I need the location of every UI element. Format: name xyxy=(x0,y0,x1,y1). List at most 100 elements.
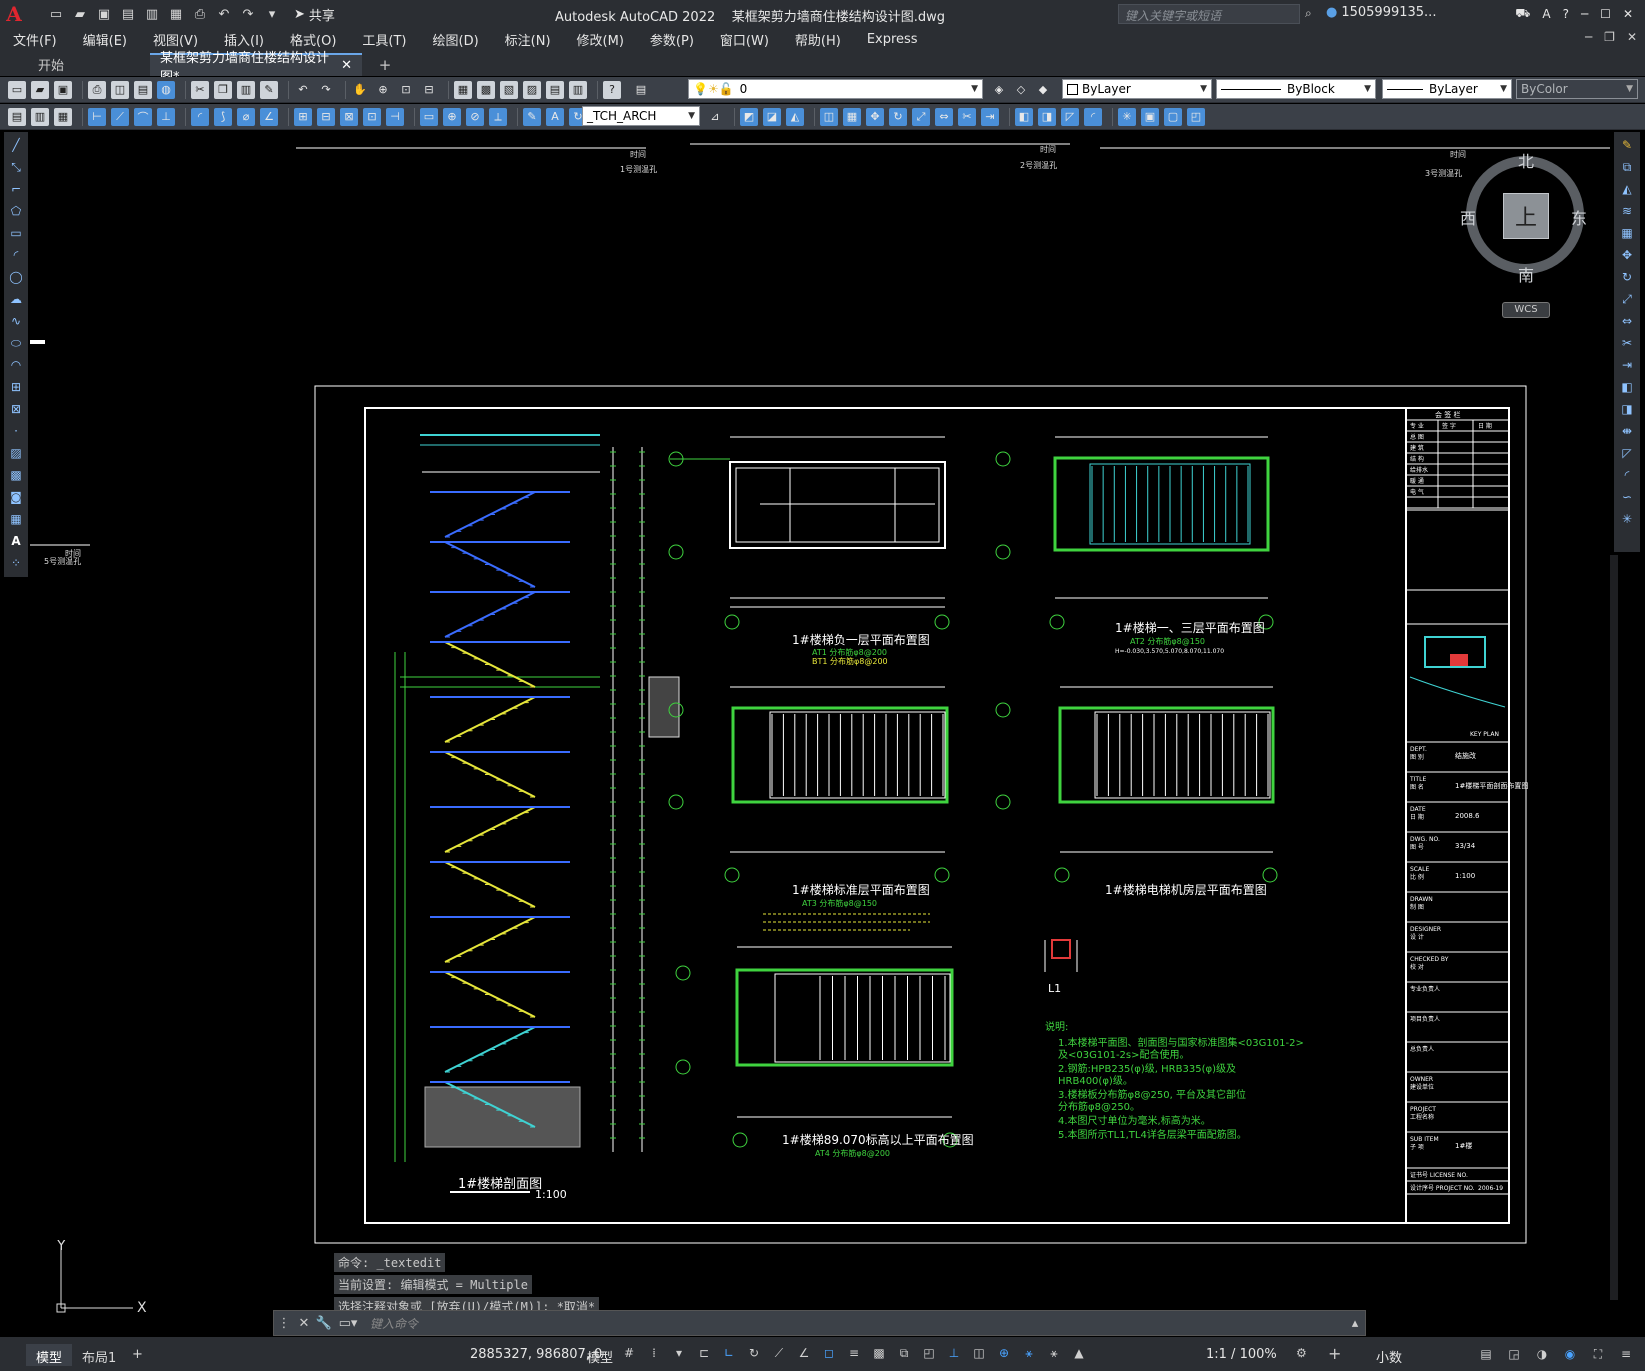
preview-icon[interactable]: ◫ xyxy=(111,80,129,99)
color-dropdown[interactable]: ByLayer ▼ xyxy=(1062,79,1212,99)
menu-tools[interactable]: 工具(T) xyxy=(349,30,419,49)
snap-dropdown-icon[interactable]: ▾ xyxy=(670,1344,688,1362)
region-icon[interactable]: ◙ xyxy=(7,488,25,506)
units-selector[interactable]: 小数 xyxy=(1376,1347,1402,1366)
dim-arc-icon[interactable]: ⌒ xyxy=(134,107,152,126)
help-icon[interactable]: ? xyxy=(603,80,621,99)
cut-icon[interactable]: ✂ xyxy=(191,80,209,99)
menu-dimension[interactable]: 标注(N) xyxy=(492,30,564,49)
move-icon[interactable]: ✥ xyxy=(1618,246,1636,264)
fillet-icon[interactable]: ◜ xyxy=(1618,466,1636,484)
properties-icon[interactable]: ▦ xyxy=(454,80,472,99)
copy-object-icon[interactable]: ◪ xyxy=(763,107,781,126)
compass-north[interactable]: 北 xyxy=(1518,148,1534,172)
explode-icon[interactable]: ✳ xyxy=(1618,510,1636,528)
chamfer-icon[interactable]: ◸ xyxy=(1061,107,1079,126)
ungroup-icon[interactable]: ▢ xyxy=(1164,107,1182,126)
layer-previous-icon[interactable]: ◇ xyxy=(1012,81,1030,99)
publish-icon[interactable]: ▤ xyxy=(134,80,152,99)
add-selected-icon[interactable]: ⁘ xyxy=(7,554,25,572)
menu-parametric[interactable]: 参数(P) xyxy=(637,30,707,49)
center-mark-icon[interactable]: ⊕ xyxy=(443,107,461,126)
tab-model[interactable]: 模型 xyxy=(26,1344,73,1366)
new-tab-button[interactable]: + xyxy=(374,53,396,76)
join-icon[interactable]: ◨ xyxy=(1038,107,1056,126)
compass-west[interactable]: 西 xyxy=(1460,205,1476,229)
polygon-icon[interactable]: ⬠ xyxy=(7,202,25,220)
compass-south[interactable]: 南 xyxy=(1518,262,1534,286)
ellipse-arc-icon[interactable]: ◠ xyxy=(7,356,25,374)
redo-icon[interactable]: ↷ xyxy=(317,81,335,99)
dim-angular-icon[interactable]: ∠ xyxy=(260,107,278,126)
mtext-icon[interactable]: A xyxy=(7,532,25,550)
dim-aligned-icon[interactable]: ⟋ xyxy=(111,107,129,126)
dim-style-icon[interactable]: ▦ xyxy=(54,107,72,126)
save-as-icon[interactable]: ▤ xyxy=(118,4,138,24)
break-at-point-icon[interactable]: ◧ xyxy=(1618,378,1636,396)
polyline-icon[interactable]: ⌐ xyxy=(7,180,25,198)
calculator-icon[interactable]: ▥ xyxy=(569,80,587,99)
3d-osnap-icon[interactable]: ◰ xyxy=(920,1344,938,1362)
menu-draw[interactable]: 绘图(D) xyxy=(420,30,492,49)
erase-icon[interactable]: ✎ xyxy=(1618,136,1636,154)
infer-constraints-icon[interactable]: ⊏ xyxy=(695,1344,713,1362)
stretch-icon[interactable]: ⇔ xyxy=(935,107,953,126)
publish-web-icon[interactable]: ◍ xyxy=(157,80,175,99)
linetype-dropdown[interactable]: ByBlock ▼ xyxy=(1216,79,1376,99)
menu-file[interactable]: 文件(F) xyxy=(0,30,70,49)
tool-palettes-icon[interactable]: ▧ xyxy=(500,80,518,99)
menu-express[interactable]: Express xyxy=(854,32,931,47)
menu-window[interactable]: 窗口(W) xyxy=(707,30,782,49)
make-block-icon[interactable]: ⊠ xyxy=(7,400,25,418)
text-style-icon[interactable]: ▥ xyxy=(31,107,49,126)
save-icon[interactable]: ▣ xyxy=(94,4,114,24)
user-account[interactable]: ● 1505999135... xyxy=(1326,5,1436,20)
dim-radius-icon[interactable]: ◜ xyxy=(191,107,209,126)
dim-text-edit-icon[interactable]: A xyxy=(546,107,564,126)
fillet-icon[interactable]: ◜ xyxy=(1084,107,1102,126)
copy-icon[interactable]: ❐ xyxy=(214,80,232,99)
isolate-objects-icon[interactable]: ◑ xyxy=(1533,1345,1551,1363)
new-file-icon[interactable]: ▭ xyxy=(46,4,66,24)
rotate-icon[interactable]: ↻ xyxy=(1618,268,1636,286)
text-style-dropdown[interactable]: _TCH_ARCH ▼ xyxy=(582,106,700,126)
polar-icon[interactable]: ↻ xyxy=(745,1344,763,1362)
blend-icon[interactable]: ∽ xyxy=(1618,488,1636,506)
close-button[interactable]: ✕ xyxy=(1623,7,1633,21)
sheet-set-icon[interactable]: ▨ xyxy=(523,80,541,99)
selection-filter-icon[interactable]: ◫ xyxy=(970,1344,988,1362)
make-current-layer-icon[interactable]: ◈ xyxy=(990,81,1008,99)
revcloud-icon[interactable]: ☁ xyxy=(7,290,25,308)
search-input[interactable]: 键入关键字或短语 xyxy=(1118,4,1300,24)
viewcube-top-face[interactable]: 上 xyxy=(1503,193,1549,239)
command-input[interactable]: 键入命令 xyxy=(362,1312,1345,1334)
offset-icon[interactable]: ◫ xyxy=(820,107,838,126)
tab-layout1[interactable]: 布局1 xyxy=(72,1344,126,1366)
quick-dim-icon[interactable]: ⊞ xyxy=(294,107,312,126)
tab-close-icon[interactable]: ✕ xyxy=(341,58,352,73)
circle-icon[interactable]: ◯ xyxy=(7,268,25,286)
tab-start[interactable]: 开始 xyxy=(28,53,148,76)
table-icon[interactable]: ▦ xyxy=(7,510,25,528)
zoom-window-icon[interactable]: ⊡ xyxy=(397,81,415,99)
offset-icon[interactable]: ≋ xyxy=(1618,202,1636,220)
plot-icon[interactable]: ⎙ xyxy=(190,4,210,24)
minimize-button[interactable]: ─ xyxy=(1581,7,1588,21)
lineweight-dropdown[interactable]: ByLayer ▼ xyxy=(1382,79,1512,99)
dim-baseline-icon[interactable]: ⊟ xyxy=(317,107,335,126)
markup-icon[interactable]: ▤ xyxy=(546,80,564,99)
isodraft-icon[interactable]: ⟋ xyxy=(770,1344,788,1362)
ellipse-icon[interactable]: ⬭ xyxy=(7,334,25,352)
open-web-icon[interactable]: ▥ xyxy=(142,4,162,24)
auto-scale-icon[interactable]: ⚹ xyxy=(1045,1344,1063,1362)
open-file-icon[interactable]: ▰ xyxy=(70,4,90,24)
spline-icon[interactable]: ∿ xyxy=(7,312,25,330)
explode-icon[interactable]: ✳ xyxy=(1118,107,1136,126)
construction-line-icon[interactable]: ⤡ xyxy=(7,158,25,176)
coordinates-readout[interactable]: 2885327, 986807, 0 xyxy=(470,1347,602,1362)
array-icon[interactable]: ▦ xyxy=(1618,224,1636,242)
inspect-icon[interactable]: ⊘ xyxy=(466,107,484,126)
cart-icon[interactable]: ⛟ xyxy=(1515,6,1530,22)
group-icon[interactable]: ▣ xyxy=(1141,107,1159,126)
undo-icon[interactable]: ↶ xyxy=(214,4,234,24)
